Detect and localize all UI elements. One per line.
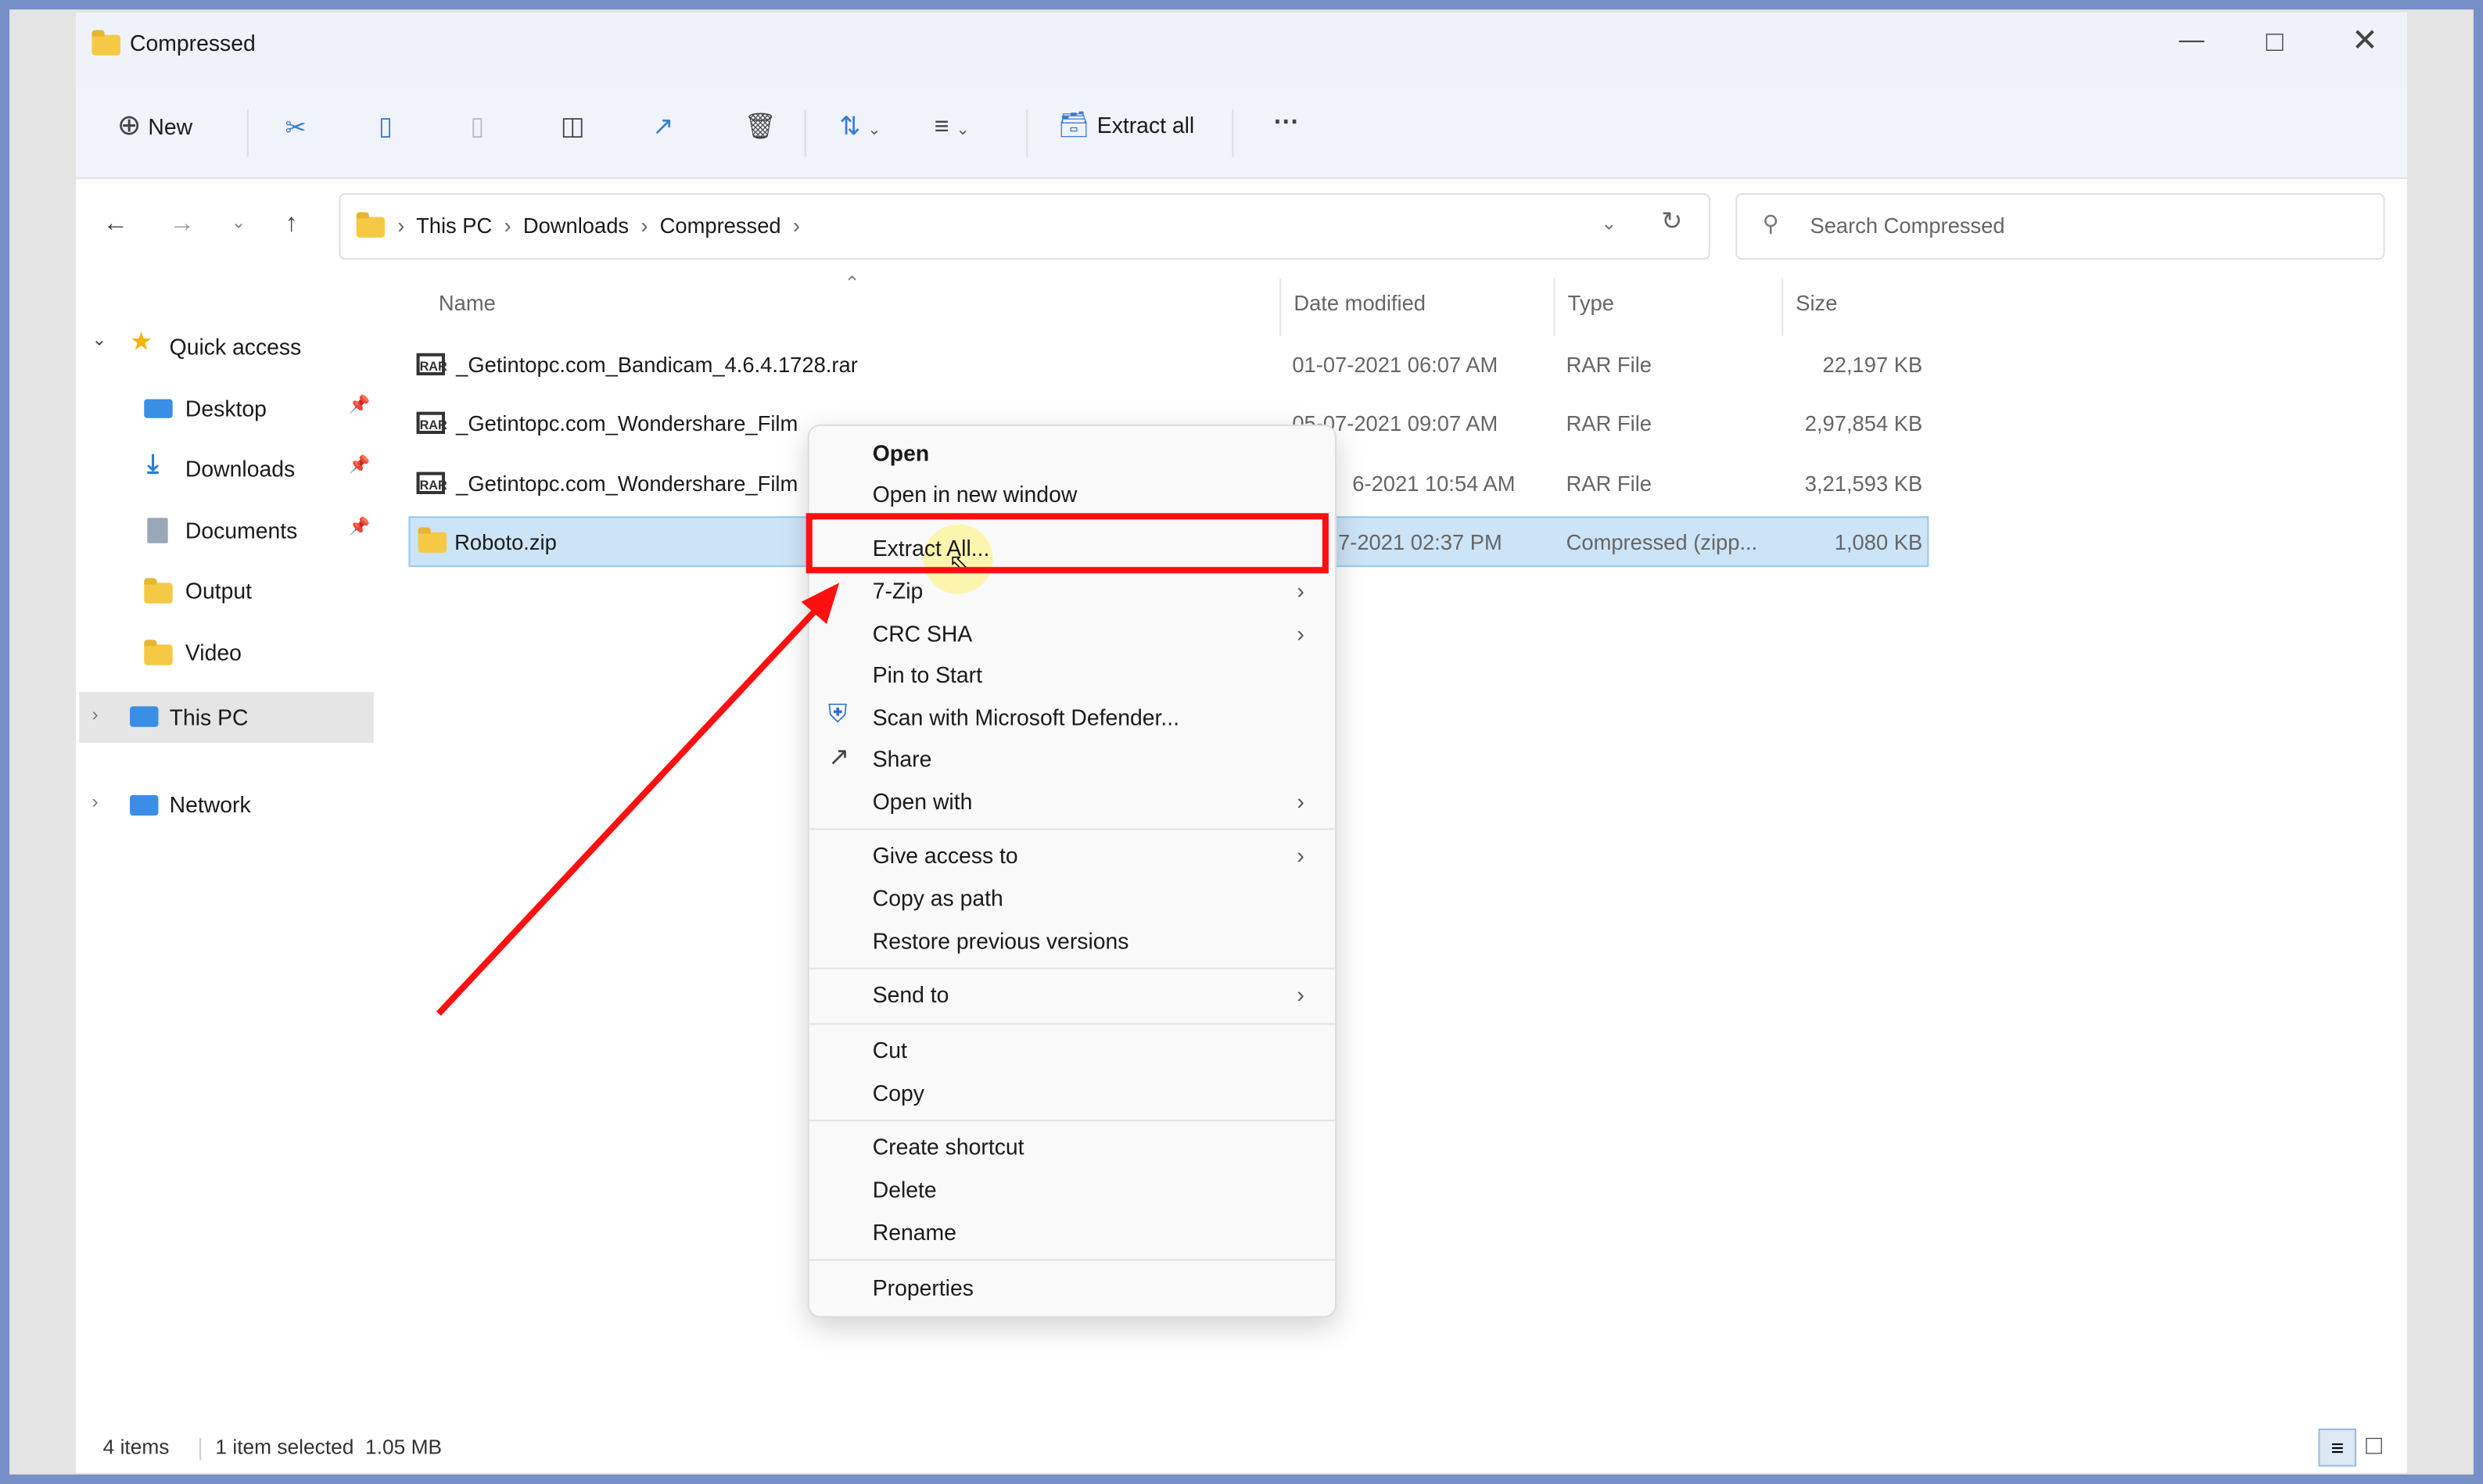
annotation-arrow [436, 582, 840, 1016]
details-view-icon[interactable]: ≡ [2318, 1428, 2357, 1467]
status-item-count: 4 items [102, 1435, 170, 1459]
status-selection: 1 item selected 1.05 MB [215, 1435, 443, 1459]
tiles-view-icon[interactable]: □ [2366, 1432, 2382, 1458]
file-explorer-window: Compressed — □ ✕ ⊕ New ✂ ▯ ▯ ◫ ↗ 🗑 ⇅ ⌄ ≡… [76, 13, 2407, 1473]
arrow-line [436, 599, 826, 1016]
